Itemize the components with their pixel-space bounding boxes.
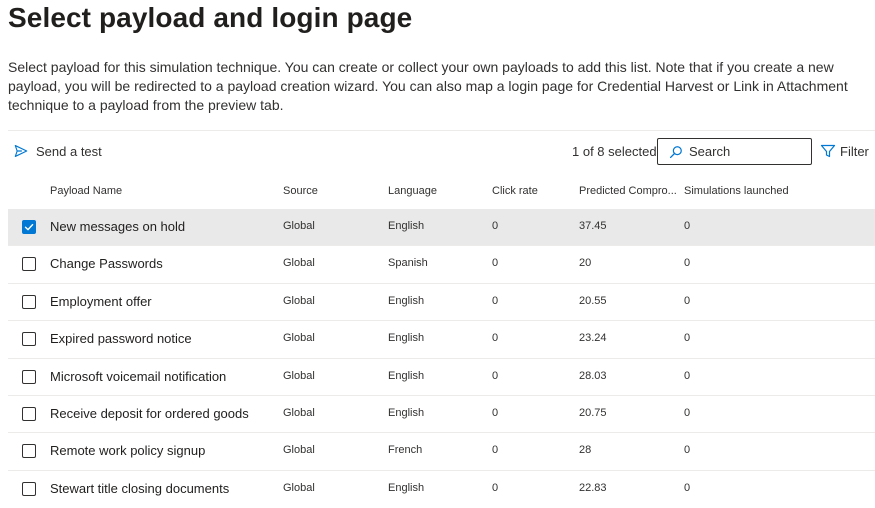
table-row[interactable]: Stewart title closing documents Global E… xyxy=(8,471,875,508)
payload-name: Stewart title closing documents xyxy=(50,480,230,496)
payload-click-rate: 0 xyxy=(492,332,499,345)
payload-source: Global xyxy=(283,406,315,419)
payload-source: Global xyxy=(283,257,315,270)
table-row[interactable]: Expired password notice Global English 0… xyxy=(8,321,875,359)
table-row[interactable]: New messages on hold Global English 0 37… xyxy=(8,209,875,247)
table-header: Payload Name Source Language Click rate … xyxy=(8,176,875,206)
page-description: Select payload for this simulation techn… xyxy=(8,59,848,113)
row-checkbox[interactable] xyxy=(22,332,36,347)
payload-language: English xyxy=(388,332,425,345)
search-icon xyxy=(658,145,689,159)
payload-source: Global xyxy=(283,220,315,232)
row-checkbox[interactable] xyxy=(22,406,36,421)
payload-source: Global xyxy=(283,332,315,345)
payload-click-rate: 0 xyxy=(492,257,499,270)
row-checkbox[interactable] xyxy=(22,369,36,384)
send-test-button[interactable]: Send a test xyxy=(14,141,102,161)
payload-name: New messages on hold xyxy=(50,219,186,234)
row-checkbox[interactable] xyxy=(22,257,36,272)
payload-name: Expired password notice xyxy=(50,331,192,347)
filter-label: Filter xyxy=(840,143,869,159)
payload-simulations-launched: 0 xyxy=(684,220,691,232)
payload-simulations-launched: 0 xyxy=(684,406,691,419)
payload-language: English xyxy=(388,369,425,382)
search-box[interactable] xyxy=(657,138,812,165)
row-checkbox[interactable] xyxy=(22,294,36,309)
payload-predicted-compromise: 20 xyxy=(579,257,592,270)
payload-predicted-compromise: 28.03 xyxy=(579,369,607,382)
filter-button[interactable]: Filter xyxy=(820,141,869,161)
payload-language: English xyxy=(388,220,425,232)
payload-language: English xyxy=(388,481,425,494)
payload-language: English xyxy=(388,406,425,419)
table-row[interactable]: Remote work policy signup Global French … xyxy=(8,433,875,471)
divider xyxy=(8,130,875,131)
send-icon xyxy=(14,144,36,158)
payload-predicted-compromise: 20.55 xyxy=(579,294,607,307)
column-header-source[interactable]: Source xyxy=(283,185,378,197)
row-checkbox[interactable] xyxy=(22,481,36,496)
column-header-language[interactable]: Language xyxy=(388,185,483,197)
payload-language: English xyxy=(388,294,425,307)
table-row[interactable]: Receive deposit for ordered goods Global… xyxy=(8,396,875,434)
payload-name: Change Passwords xyxy=(50,256,163,272)
selected-count: 1 of 8 selected xyxy=(572,144,657,159)
send-test-label: Send a test xyxy=(36,143,102,159)
payload-name: Receive deposit for ordered goods xyxy=(50,405,249,421)
payload-click-rate: 0 xyxy=(492,406,499,419)
table-row[interactable]: Employment offer Global English 0 20.55 … xyxy=(8,284,875,322)
payload-name: Remote work policy signup xyxy=(50,443,206,459)
page-title: Select payload and login page xyxy=(8,2,413,33)
payload-predicted-compromise: 22.83 xyxy=(579,481,607,494)
payload-source: Global xyxy=(283,369,315,382)
filter-icon xyxy=(820,143,840,159)
payload-simulations-launched: 0 xyxy=(684,369,691,382)
payload-simulations-launched: 0 xyxy=(684,332,691,345)
column-header-simulations-launched[interactable]: Simulations launched xyxy=(684,185,864,197)
payload-click-rate: 0 xyxy=(492,294,499,307)
payload-click-rate: 0 xyxy=(492,481,499,494)
payload-source: Global xyxy=(283,481,315,494)
payload-source: Global xyxy=(283,294,315,307)
table-row[interactable]: Microsoft voicemail notification Global … xyxy=(8,359,875,396)
checkmark-icon xyxy=(24,223,34,231)
payload-language: French xyxy=(388,444,423,457)
payload-name: Employment offer xyxy=(50,293,152,309)
column-header-click-rate[interactable]: Click rate xyxy=(492,185,572,197)
payload-click-rate: 0 xyxy=(492,369,499,382)
payload-predicted-compromise: 28 xyxy=(579,444,592,457)
table-body: New messages on hold Global English 0 37… xyxy=(8,209,875,508)
payload-simulations-launched: 0 xyxy=(684,481,691,494)
payload-source: Global xyxy=(283,444,315,457)
payload-predicted-compromise: 23.24 xyxy=(579,332,607,345)
payload-click-rate: 0 xyxy=(492,220,499,232)
payload-simulations-launched: 0 xyxy=(684,294,691,307)
payload-name: Microsoft voicemail notification xyxy=(50,368,227,384)
column-header-predicted-compromise[interactable]: Predicted Compro... xyxy=(579,185,679,197)
row-checkbox-checked[interactable] xyxy=(22,220,36,234)
payload-predicted-compromise: 20.75 xyxy=(579,406,607,419)
payload-simulations-launched: 0 xyxy=(684,257,691,270)
table-row[interactable]: Change Passwords Global Spanish 0 20 0 xyxy=(8,246,875,284)
row-checkbox[interactable] xyxy=(22,444,36,459)
column-header-payload-name[interactable]: Payload Name xyxy=(50,185,275,197)
payload-predicted-compromise: 37.45 xyxy=(579,220,607,232)
payload-click-rate: 0 xyxy=(492,444,499,457)
payload-simulations-launched: 0 xyxy=(684,444,691,457)
payload-language: Spanish xyxy=(388,257,428,270)
search-input[interactable] xyxy=(689,144,799,159)
